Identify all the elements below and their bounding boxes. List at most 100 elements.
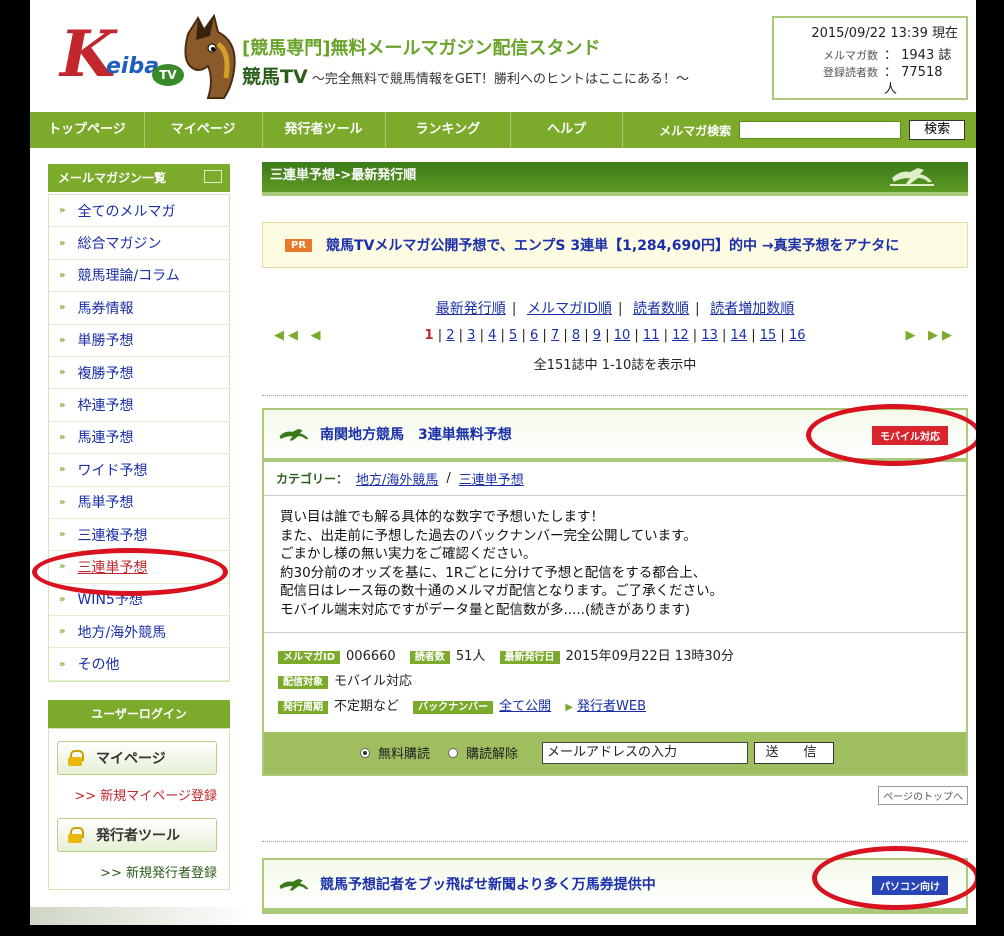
sort-latest[interactable]: 最新発行順	[436, 301, 506, 317]
sidebar-item-label: 枠連予想	[77, 398, 134, 415]
sort-id[interactable]: メルマガID順	[527, 301, 612, 317]
sidebar-item-place[interactable]: » 複勝予想	[49, 357, 229, 390]
magazine-card: 南関地方競馬 3連単無料予想 モバイル対応 カテゴリー： 地方/海外競馬 / 三…	[262, 408, 968, 776]
send-button[interactable]: 送 信	[754, 741, 835, 764]
result-count: 全151誌中 1-10誌を表示中	[533, 358, 697, 373]
sidebar-item-trifecta[interactable]: » 三連単予想	[49, 551, 229, 584]
sidebar-item-quinella[interactable]: » 馬連予想	[49, 422, 229, 455]
page-link[interactable]: 6	[530, 328, 538, 343]
tag-magazine-id: メルマガID	[278, 650, 341, 664]
chevron-right-icon: »	[59, 367, 66, 379]
search-input[interactable]	[739, 121, 902, 139]
backnumber-link[interactable]: 全て公開	[499, 699, 551, 714]
main-content: 三連単予想->最新発行順 PR 競馬TVメルマガ公開予想で、エンプS 3連単【1…	[262, 162, 968, 914]
sidebar-item-label: WIN5予想	[77, 592, 143, 609]
publisher-login-button[interactable]: 発行者ツール	[57, 817, 217, 852]
sidebar-item-tickets[interactable]: » 馬券情報	[49, 292, 229, 325]
racehorse-icon	[279, 878, 309, 891]
sidebar-item-label: 総合マガジン	[77, 236, 162, 253]
sidebar-item-local[interactable]: » 地方/海外競馬	[49, 616, 229, 649]
sidebar-item-trio[interactable]: » 三連複予想	[49, 519, 229, 552]
sidebar-title-text: メールマガジン一覧	[58, 171, 167, 185]
sidebar-item-label: 三連単予想	[77, 559, 148, 576]
nav-top[interactable]: トップページ	[30, 112, 145, 148]
pc-badge: パソコン向け	[872, 875, 948, 895]
pagination: ◀◀ ◀ 1 | 2 | 3 | 4 | 5 | 6 | 7 | 8 | 9 |…	[262, 328, 968, 350]
radio-unsubscribe[interactable]	[448, 747, 459, 758]
search-button[interactable]: 検索	[909, 120, 966, 140]
publisher-register-link[interactable]: >> 新規発行者登録	[57, 862, 221, 881]
sidebar-item-win5[interactable]: » WIN5予想	[49, 584, 229, 617]
chevron-right-icon: »	[59, 658, 66, 670]
page-link[interactable]: 9	[593, 328, 601, 343]
mypage-register-link[interactable]: >> 新規マイページ登録	[57, 785, 221, 804]
chevron-right-icon: »	[59, 269, 66, 281]
sidebar-item-other[interactable]: » その他	[49, 648, 229, 681]
sidebar-item-bracket[interactable]: » 枠連予想	[49, 389, 229, 422]
magazine-search: メルマガ検索 検索	[659, 120, 966, 140]
sidebar-item-label: 競馬理論/コラム	[77, 268, 180, 285]
magazine-id: 006660	[346, 648, 396, 664]
page-link[interactable]: 8	[572, 328, 580, 343]
current-page: 1	[424, 328, 434, 343]
page-link[interactable]: 16	[789, 328, 806, 343]
sort-growth[interactable]: 読者増加数順	[710, 301, 794, 317]
publisher-login-label: 発行者ツール	[96, 827, 180, 844]
site-logo[interactable]: K eiba TV	[60, 14, 236, 100]
email-input[interactable]: メールアドレスの入力	[542, 741, 749, 764]
nav-publisher-tools[interactable]: 発行者ツール	[263, 112, 386, 148]
tag-latest-issue: 最新発行日	[499, 650, 560, 664]
radio-subscribe[interactable]	[360, 747, 370, 758]
chevron-right-icon: »	[59, 237, 66, 249]
page-link[interactable]: 12	[672, 328, 689, 343]
sidebar-item-exacta[interactable]: » 馬単予想	[49, 487, 229, 519]
publisher-web-link[interactable]: 発行者WEB	[577, 699, 646, 714]
sort-readers[interactable]: 読者数順	[633, 301, 689, 317]
radio-subscribe-label: 無料購読	[378, 747, 431, 763]
pr-banner[interactable]: PR 競馬TVメルマガ公開予想で、エンプS 3連単【1,284,690円】的中 …	[262, 222, 968, 268]
page-link[interactable]: 14	[731, 328, 748, 343]
tagline-sub: 競馬TV ～完全無料で競馬情報をGET！勝利へのヒントはここにある！～	[242, 62, 689, 89]
stats-box: 2015/09/22 13:39 現在 メルマガ数 ： 1943 誌 登録読者数…	[772, 16, 968, 100]
description-line: ごまかし様の無い実力をご確認ください。	[280, 546, 537, 563]
nav-ranking[interactable]: ランキング	[386, 112, 512, 148]
page-separator: |	[559, 328, 572, 343]
nav-help[interactable]: ヘルプ	[511, 112, 624, 148]
prev-page-icon[interactable]: ◀◀ ◀	[274, 328, 325, 343]
reader-number: 51人	[455, 648, 486, 664]
sidebar-item-win[interactable]: » 単勝予想	[49, 325, 229, 357]
next-page-icon[interactable]: ▶ ▶▶	[905, 328, 956, 343]
back-to-top-button[interactable]: ページのトップへ	[878, 785, 968, 805]
page-link[interactable]: 15	[760, 328, 777, 343]
main-nav: トップページ マイページ 発行者ツール ランキング ヘルプ メルマガ検索 検索	[30, 112, 976, 148]
sidebar-item-general[interactable]: » 総合マガジン	[49, 227, 229, 260]
page-link[interactable]: 13	[701, 328, 718, 343]
sidebar-item-all[interactable]: » 全てのメルマガ	[49, 195, 229, 228]
mypage-login-button[interactable]: マイページ	[57, 740, 217, 775]
page-link[interactable]: 11	[643, 328, 660, 343]
nav-mypage[interactable]: マイページ	[145, 112, 263, 148]
sidebar-item-label: その他	[77, 657, 120, 674]
magazine-title-link[interactable]: 競馬予想記者をブッ飛ばせ新聞より多く万馬券提供中	[320, 874, 656, 894]
category-label: カテゴリー：	[276, 472, 349, 486]
magazine-title-link[interactable]: 南関地方競馬 3連単無料予想	[320, 424, 512, 444]
page-link[interactable]: 2	[446, 328, 454, 343]
sidebar: メールマガジン一覧 » 全てのメルマガ » 総合マガジン » 競馬理論/コラム » 馬券…	[48, 164, 230, 890]
page-link[interactable]: 7	[551, 328, 559, 343]
page-link[interactable]: 10	[614, 328, 631, 343]
magazine-meta: メルマガID 006660 読者数 51人 最新発行日 2015年09月22日 13時…	[264, 633, 966, 732]
category-link-trifecta[interactable]: 三連単予想	[459, 469, 524, 488]
pr-link[interactable]: 競馬TVメルマガ公開予想で、エンプS 3連単【1,284,690円】的中 →真実…	[326, 235, 899, 255]
horse-mascot-icon	[184, 14, 236, 99]
chevron-right-icon: »	[59, 529, 66, 541]
category-link-local[interactable]: 地方/海外競馬	[356, 469, 438, 488]
sidebar-item-wide[interactable]: » ワイド予想	[49, 454, 229, 487]
sidebar-item-label: 全てのメルマガ	[77, 203, 176, 220]
sidebar-item-label: 馬連予想	[77, 430, 134, 447]
page-title: 三連単予想->最新発行順	[262, 162, 968, 196]
chevron-right-icon: »	[59, 399, 66, 411]
description-line: 買い目は誰でも解る具体的な数字で予想いたします！	[280, 509, 604, 525]
latest-issue-date: 2015年09月22日 13時30分	[565, 648, 734, 664]
description-line: また、出走前に予想した過去のバックナンバー完全公開しています。	[280, 527, 697, 544]
sidebar-item-theory[interactable]: » 競馬理論/コラム	[49, 260, 229, 293]
